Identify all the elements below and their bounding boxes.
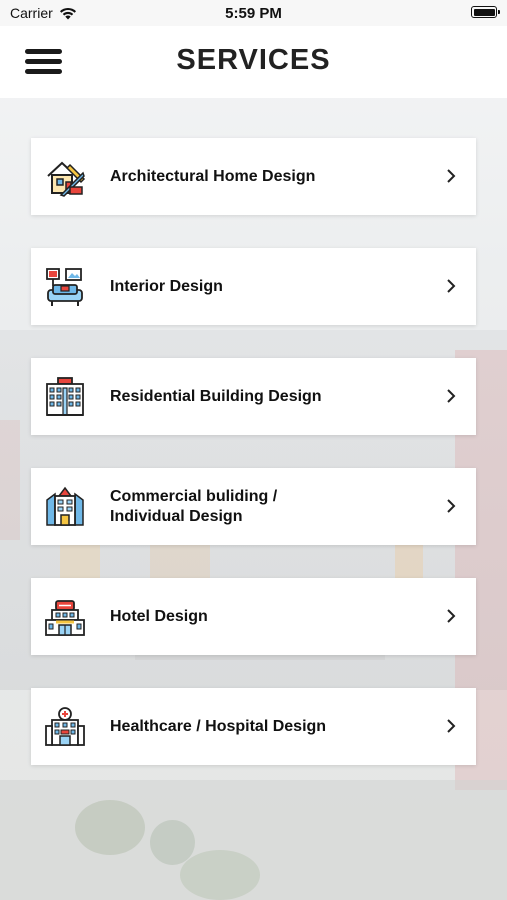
service-label: Hotel Design xyxy=(110,607,208,625)
service-item-architectural-home-design[interactable]: Architectural Home Design xyxy=(31,138,476,215)
service-item-residential-building-design[interactable]: Residential Building Design xyxy=(31,358,476,435)
service-label: Interior Design xyxy=(110,277,223,295)
nav-header: SERVICES xyxy=(0,26,507,98)
page-title: SERVICES xyxy=(176,44,331,76)
hospital-icon xyxy=(45,707,85,746)
services-list: Architectural Home Design Interior Desig… xyxy=(31,138,476,798)
clock: 5:59 PM xyxy=(225,5,282,22)
residential-building-icon xyxy=(46,377,84,416)
hotel-icon xyxy=(45,600,85,636)
status-bar: Carrier 5:59 PM xyxy=(0,0,507,26)
chevron-right-icon xyxy=(447,719,456,733)
service-label: Commercial buliding / Individual Design xyxy=(110,487,278,525)
chevron-right-icon xyxy=(447,389,456,403)
commercial-building-icon xyxy=(46,486,84,526)
battery-icon xyxy=(471,6,500,18)
chevron-right-icon xyxy=(447,169,456,183)
service-item-commercial-building-design[interactable]: Commercial buliding / Individual Design xyxy=(31,468,476,545)
chevron-right-icon xyxy=(447,609,456,623)
chevron-right-icon xyxy=(447,499,456,513)
chevron-right-icon xyxy=(447,279,456,293)
architecture-house-icon xyxy=(47,161,86,197)
service-label: Architectural Home Design xyxy=(110,167,316,185)
service-label: Residential Building Design xyxy=(110,387,322,405)
service-item-hotel-design[interactable]: Hotel Design xyxy=(31,578,476,655)
service-item-healthcare-hospital-design[interactable]: Healthcare / Hospital Design xyxy=(31,688,476,765)
interior-sofa-icon xyxy=(46,268,83,306)
service-item-interior-design[interactable]: Interior Design xyxy=(31,248,476,325)
service-label: Healthcare / Hospital Design xyxy=(110,717,327,735)
